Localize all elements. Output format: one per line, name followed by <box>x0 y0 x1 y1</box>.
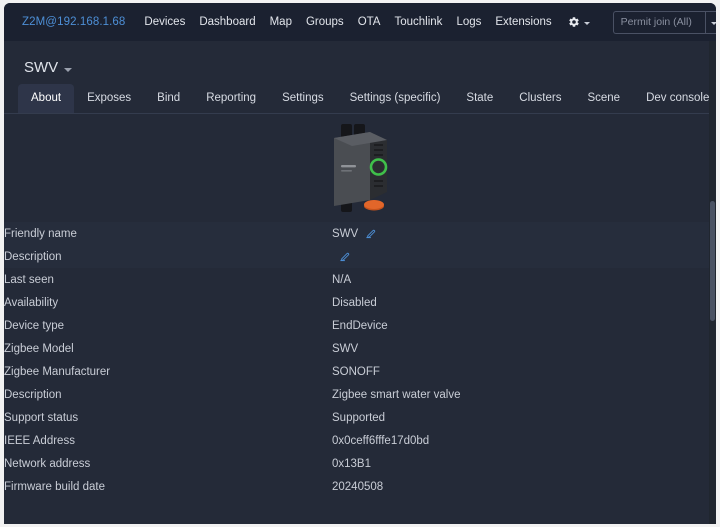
row-key: Zigbee Model <box>4 337 332 360</box>
permit-join-control[interactable]: Permit join (All) <box>613 11 716 34</box>
gear-icon <box>568 16 580 28</box>
tab-settings-specific[interactable]: Settings (specific) <box>337 84 454 113</box>
row-value <box>332 245 716 268</box>
page-title: SWV <box>24 59 58 76</box>
tab-bind[interactable]: Bind <box>144 84 193 113</box>
tab-reporting[interactable]: Reporting <box>193 84 269 113</box>
row-key: Firmware build date <box>4 475 332 498</box>
table-row: Description Zigbee smart water valve <box>4 383 716 406</box>
row-key: Support status <box>4 406 332 429</box>
row-value: EndDevice <box>332 314 716 337</box>
permit-join-dropdown-toggle[interactable] <box>705 11 716 34</box>
settings-menu-button[interactable] <box>559 12 596 32</box>
row-value: 0x0ceff6fffe17d0bd <box>332 429 716 452</box>
top-navbar: Z2M@192.168.1.68 Devices Dashboard Map G… <box>4 3 716 41</box>
nav-item-groups[interactable]: Groups <box>299 12 351 32</box>
table-row: Friendly name SWV <box>4 222 716 245</box>
row-key: IEEE Address <box>4 429 332 452</box>
row-key: Description <box>4 245 332 268</box>
tab-scene[interactable]: Scene <box>574 84 633 113</box>
row-key: Description <box>4 383 332 406</box>
tab-exposes[interactable]: Exposes <box>74 84 144 113</box>
device-image-container <box>4 114 716 222</box>
table-row: Device type EndDevice <box>4 314 716 337</box>
chevron-down-icon[interactable] <box>64 68 72 72</box>
row-key: Device type <box>4 314 332 337</box>
table-row: Firmware build date 20240508 <box>4 475 716 498</box>
nav-item-extensions[interactable]: Extensions <box>488 12 558 32</box>
scrollbar-thumb[interactable] <box>710 201 715 321</box>
table-row: Zigbee Model SWV <box>4 337 716 360</box>
tab-settings[interactable]: Settings <box>269 84 337 113</box>
brand-link[interactable]: Z2M@192.168.1.68 <box>22 16 125 28</box>
row-key: Availability <box>4 291 332 314</box>
chevron-down-icon <box>711 22 716 25</box>
device-info-table: Friendly name SWV Description <box>4 222 716 498</box>
row-key: Zigbee Manufacturer <box>4 360 332 383</box>
device-tab-bar: About Exposes Bind Reporting Settings Se… <box>4 85 716 114</box>
device-header[interactable]: SWV <box>4 41 716 85</box>
nav-item-ota[interactable]: OTA <box>351 12 388 32</box>
nav-item-map[interactable]: Map <box>263 12 299 32</box>
row-key: Friendly name <box>4 222 332 245</box>
edit-icon[interactable] <box>339 251 350 262</box>
row-value: N/A <box>332 268 716 291</box>
vertical-scrollbar[interactable] <box>709 41 716 524</box>
row-value-text: SWV <box>332 228 358 240</box>
zigbee2mqtt-app-window: Z2M@192.168.1.68 Devices Dashboard Map G… <box>4 3 716 524</box>
row-value: 20240508 <box>332 475 716 498</box>
tab-dev-console[interactable]: Dev console <box>633 84 716 113</box>
nav-item-touchlink[interactable]: Touchlink <box>387 12 449 32</box>
tab-state[interactable]: State <box>453 84 506 113</box>
row-key: Network address <box>4 452 332 475</box>
row-value: 0x13B1 <box>332 452 716 475</box>
table-row: Network address 0x13B1 <box>4 452 716 475</box>
edit-icon[interactable] <box>365 228 376 239</box>
permit-join-select[interactable]: Permit join (All) <box>613 11 705 34</box>
tab-clusters[interactable]: Clusters <box>506 84 574 113</box>
row-value: Zigbee smart water valve <box>332 383 716 406</box>
nav-item-dashboard[interactable]: Dashboard <box>192 12 262 32</box>
chevron-down-icon <box>584 22 590 25</box>
availability-status[interactable]: Disabled <box>332 291 716 314</box>
table-row: Support status Supported <box>4 406 716 429</box>
row-value: SWV <box>332 222 716 245</box>
table-row: Zigbee Manufacturer SONOFF <box>4 360 716 383</box>
table-row: IEEE Address 0x0ceff6fffe17d0bd <box>4 429 716 452</box>
row-key: Last seen <box>4 268 332 291</box>
status-badge: Supported <box>332 406 716 429</box>
table-row: Description <box>4 245 716 268</box>
table-row: Last seen N/A <box>4 268 716 291</box>
nav-item-devices[interactable]: Devices <box>137 12 192 32</box>
row-value: SWV <box>332 337 716 360</box>
device-product-image <box>308 118 412 218</box>
tab-about[interactable]: About <box>18 84 74 113</box>
row-value: SONOFF <box>332 360 716 383</box>
table-row: Availability Disabled <box>4 291 716 314</box>
nav-item-logs[interactable]: Logs <box>449 12 488 32</box>
